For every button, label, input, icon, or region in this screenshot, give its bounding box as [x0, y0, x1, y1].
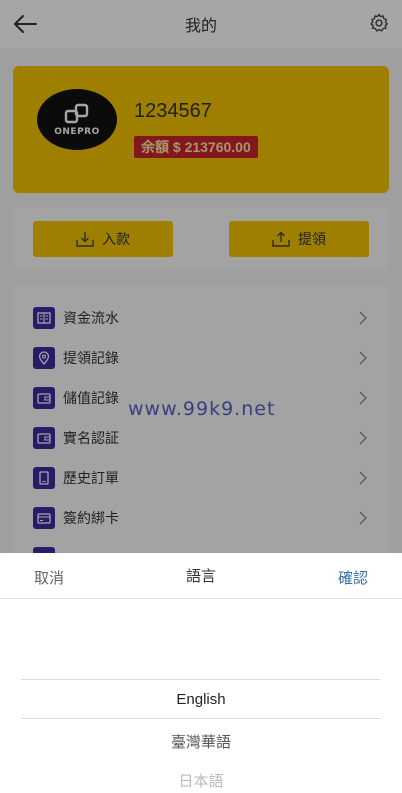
- language-option[interactable]: English: [0, 691, 402, 708]
- picker-indicator-top: [21, 679, 381, 680]
- confirm-button[interactable]: 確認: [338, 567, 368, 588]
- picker-title: 語言: [185, 568, 216, 585]
- language-option[interactable]: 臺灣華語: [0, 731, 402, 752]
- picker-toolbar: 取消 語言 確認: [0, 553, 402, 599]
- picker-indicator-bottom: [21, 718, 381, 719]
- cancel-button[interactable]: 取消: [34, 567, 64, 588]
- language-picker-sheet: 取消 語言 確認 English 臺灣華語 日本語: [0, 553, 402, 793]
- language-option[interactable]: 日本語: [0, 770, 402, 791]
- modal-backdrop[interactable]: [0, 0, 402, 553]
